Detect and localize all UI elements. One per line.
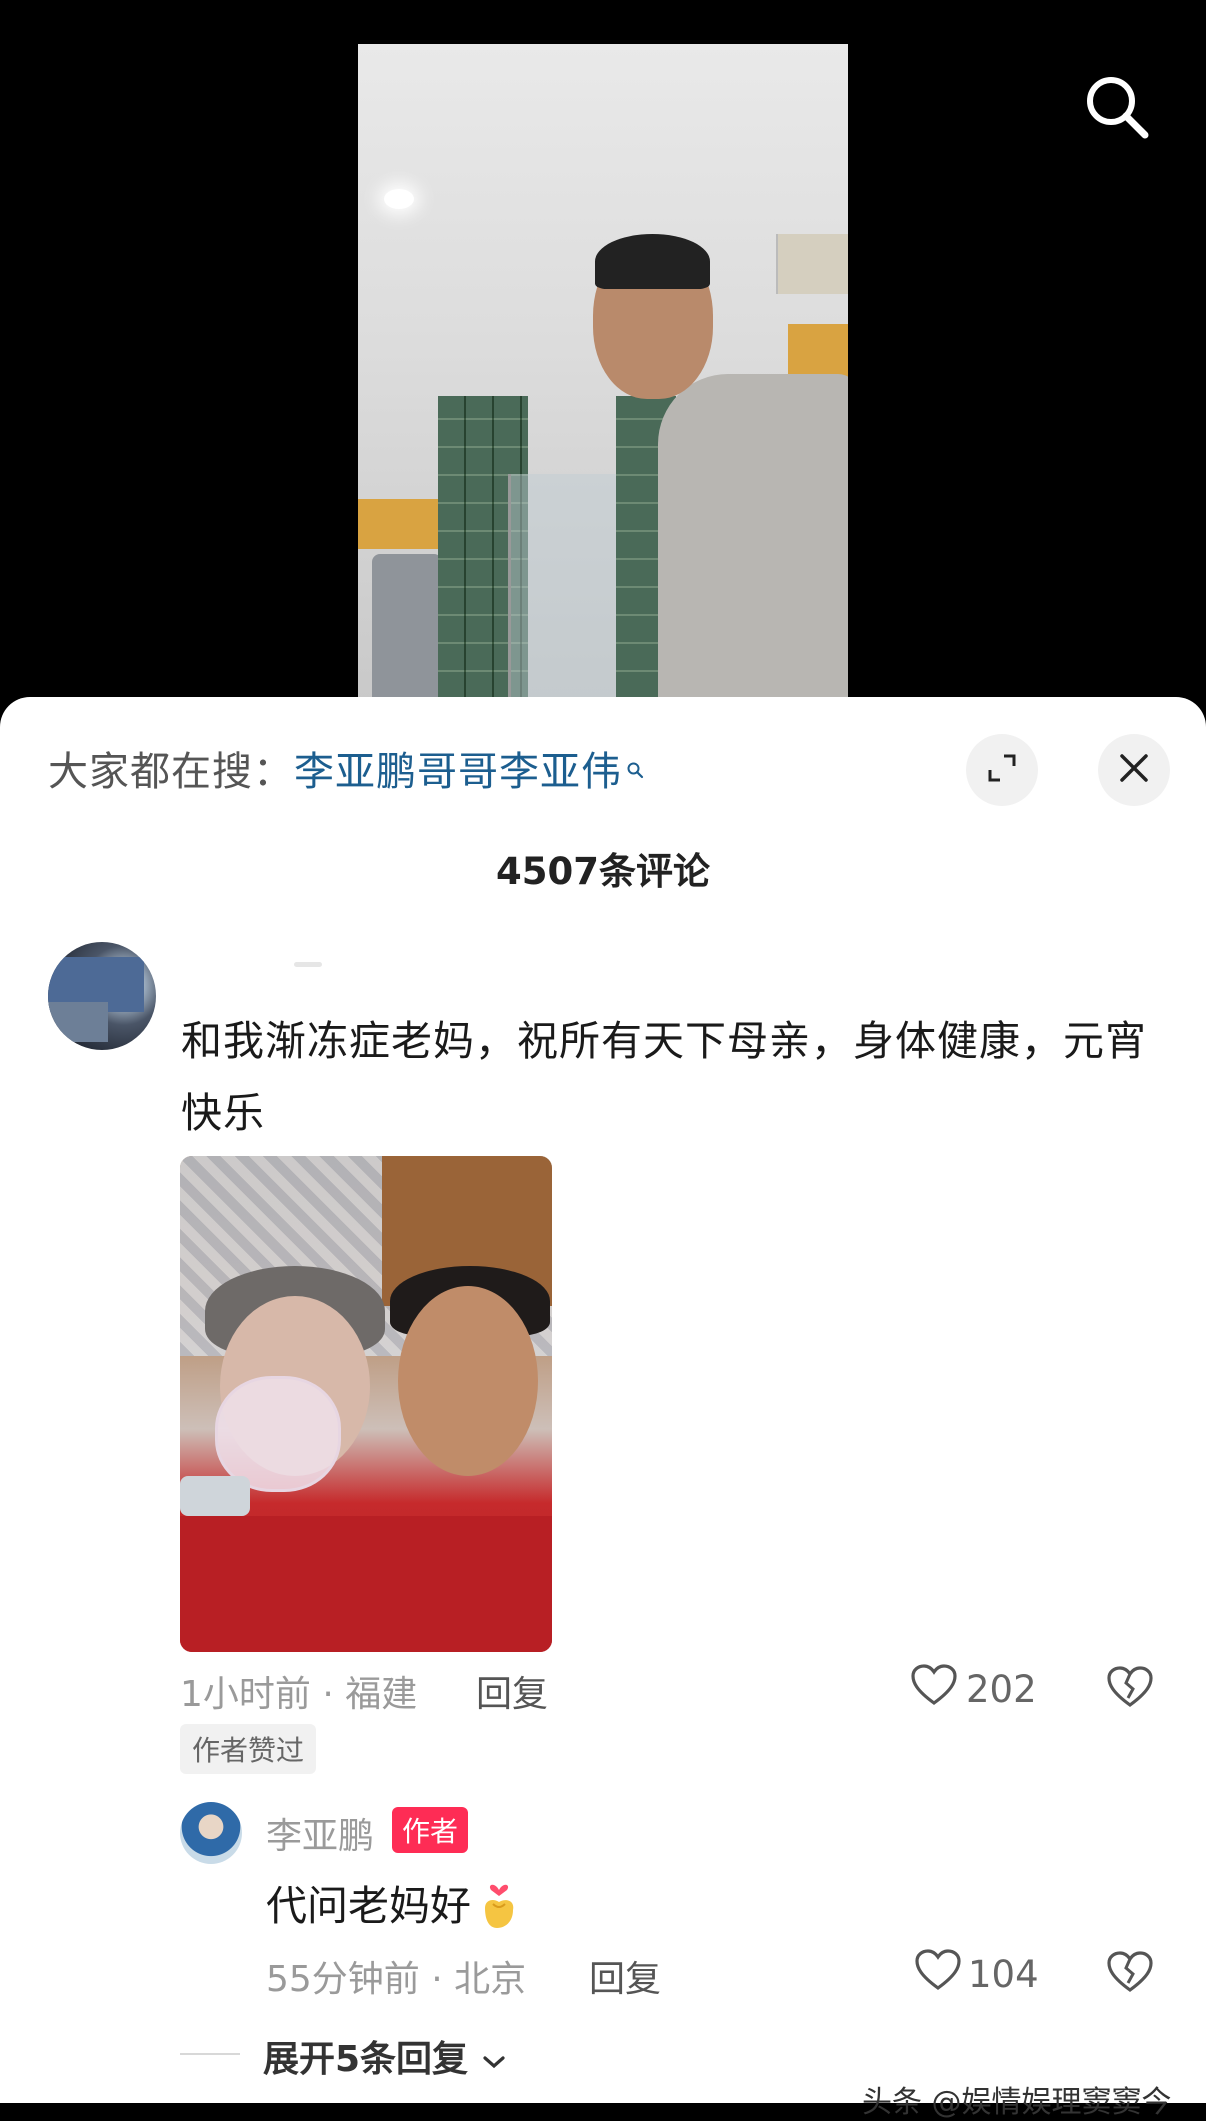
mask-tube [180,1476,250,1516]
heart-icon [914,1948,962,2001]
son-face [398,1286,538,1476]
author-badge: 作者 [392,1807,469,1853]
hot-search-lead: 大家都在搜： [48,749,294,795]
hot-search-bar[interactable]: 大家都在搜：李亚鹏哥哥李亚伟 [48,739,644,797]
chevron-down-icon [481,2039,507,2080]
comment-text: 和我渐冻症老妈，祝所有天下母亲，身体健康，元宵快乐 [181,1017,1147,1137]
finger-heart-emoji [477,1878,521,1940]
ceiling-light [384,189,414,209]
comment-meta: 1小时前 · 福建 [180,1674,418,1715]
red-clothing [180,1516,552,1652]
like-count: 104 [968,1953,1039,1996]
close-icon [1117,751,1151,789]
author-liked-tag: 作者赞过 [180,1724,317,1774]
wall-orange-panel [358,499,438,549]
avatar[interactable] [48,942,156,1050]
watermark: 头条 @娱情娱理窦窦今 [862,2085,1172,2120]
expand-replies-label: 展开5条回复 [263,2039,469,2080]
comment-photo[interactable] [180,1156,552,1652]
reply-text-content: 代问老妈好 [266,1882,471,1930]
comment-count: 4507条评论 [496,850,710,893]
reply-button[interactable]: 回复 [476,1665,548,1717]
person-hoodie [658,374,848,720]
ceiling-vent [776,234,848,294]
breathing-mask [215,1376,341,1492]
broken-heart-icon [1106,1951,1154,1998]
avatar-mosaic [48,1002,108,1042]
person-hair [595,234,710,289]
towel [372,554,442,720]
dislike-button[interactable] [1106,1665,1154,1713]
like-count: 202 [966,1668,1037,1711]
expand-replies-button[interactable]: 展开5条回复 [263,2030,507,2082]
dislike-button[interactable] [1106,1950,1154,1998]
like-button[interactable]: 104 [914,1948,1039,2001]
broken-heart-icon [1106,1666,1154,1713]
hot-search-keyword[interactable]: 李亚鹏哥哥李亚伟 [294,749,622,795]
search-icon[interactable] [1082,72,1152,142]
reply-meta: 55分钟前 · 北京 [266,1959,527,2000]
username-redacted [294,962,322,967]
fullscreen-icon [985,751,1019,789]
expand-divider [180,2053,240,2055]
close-button[interactable] [1098,734,1170,806]
fullscreen-button[interactable] [966,734,1038,806]
heart-icon [910,1663,958,1716]
avatar[interactable] [180,1802,242,1864]
reply-text: 代问老妈好 [266,1872,521,1940]
video-frame[interactable] [358,44,848,720]
search-icon [626,743,644,779]
video-player[interactable] [0,0,1206,720]
comments-sheet: 大家都在搜：李亚鹏哥哥李亚伟 4507条评论 和我渐冻症老妈，祝所有天下母亲，身… [0,697,1206,2120]
reply-button[interactable]: 回复 [589,1950,661,2002]
reply-username[interactable]: 李亚鹏 [266,1807,374,1859]
like-button[interactable]: 202 [910,1663,1037,1716]
